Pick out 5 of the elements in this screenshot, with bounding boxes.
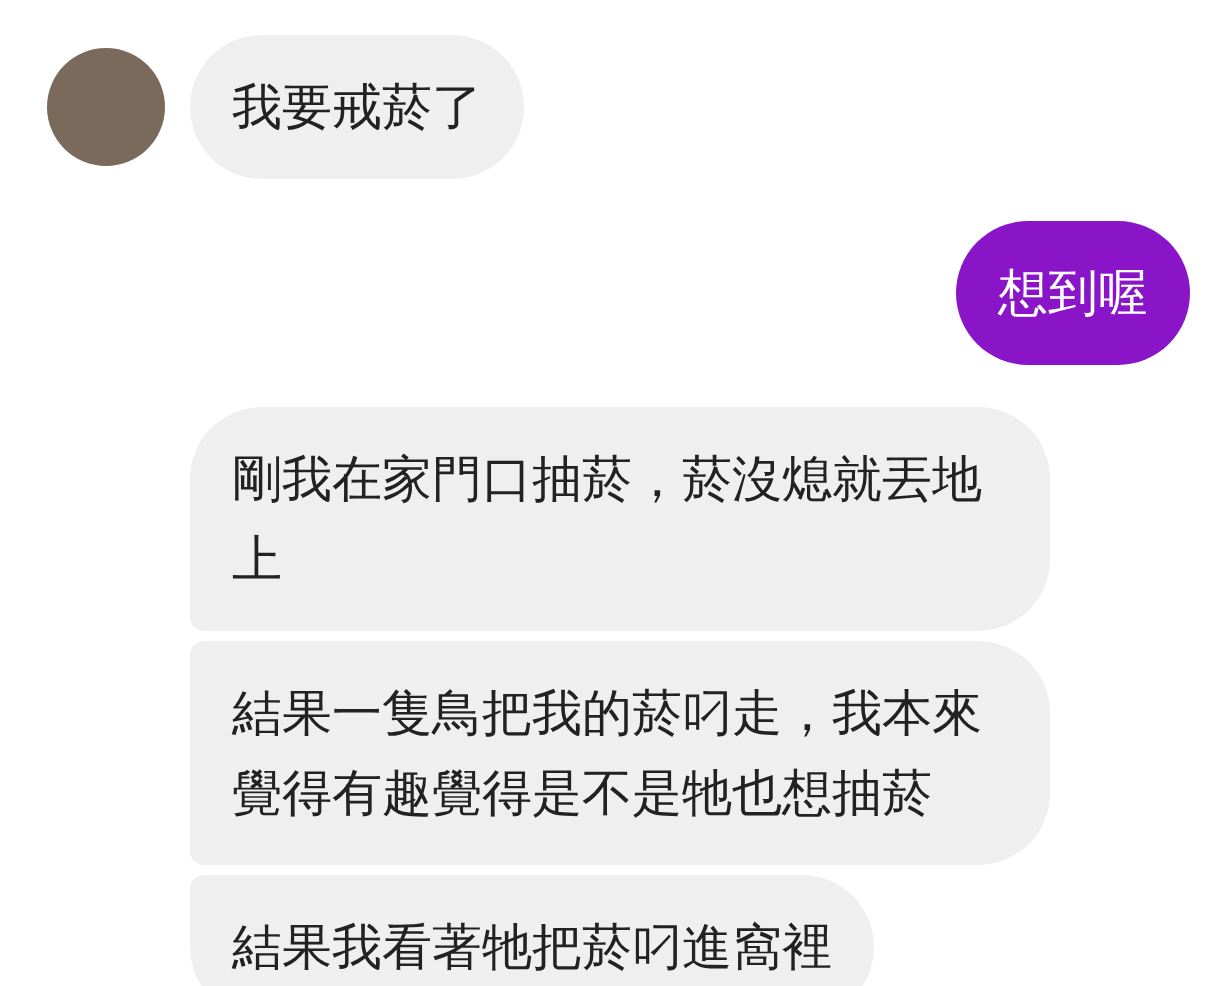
received-message-bubble: 結果我看著牠把菸叼進窩裡 bbox=[190, 875, 874, 986]
received-message-bubble: 剛我在家門口抽菸，菸沒熄就丟地上 bbox=[190, 407, 1050, 631]
sent-message-bubble: 想到喔 bbox=[956, 221, 1190, 365]
received-message-bubble: 我要戒菸了 bbox=[190, 35, 524, 179]
received-message-bubble: 結果一隻鳥把我的菸叼走，我本來覺得有趣覺得是不是牠也想抽菸 bbox=[190, 641, 1050, 865]
